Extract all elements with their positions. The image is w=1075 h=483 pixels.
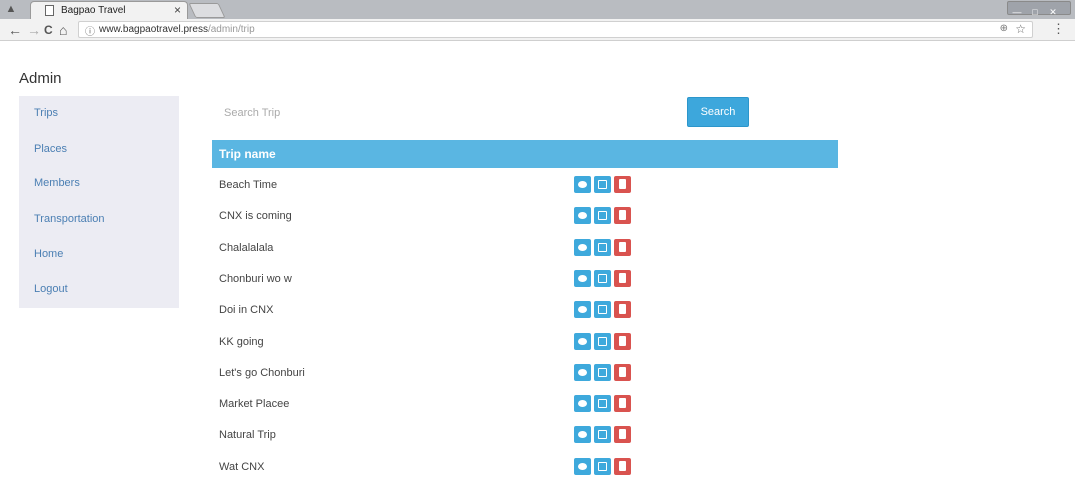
back-icon[interactable]: ← [8,21,22,39]
delete-button[interactable] [614,426,631,443]
sidebar-item-label[interactable]: Home [34,248,63,260]
trip-name: Wat CNX [219,461,265,473]
view-button[interactable] [574,364,591,381]
delete-button[interactable] [614,301,631,318]
view-button[interactable] [574,207,591,224]
bookmark-star-icon[interactable]: ☆ [1015,22,1026,36]
column-header-trip-name: Trip name [219,147,276,161]
table-row: Wat CNX [212,452,838,483]
view-button[interactable] [574,333,591,350]
view-button[interactable] [574,458,591,475]
delete-button[interactable] [614,270,631,287]
view-button[interactable] [574,426,591,443]
edit-button[interactable] [594,458,611,475]
new-tab-button[interactable] [188,3,226,18]
page-icon [45,5,54,16]
sidebar-item-label[interactable]: Transportation [34,213,105,225]
table-row: Beach Time [212,170,838,201]
trip-name: KK going [219,336,264,348]
close-window-icon[interactable]: ✕ [1044,6,1062,18]
search-button[interactable]: Search [687,97,749,127]
table-row: Chonburi wo w [212,264,838,295]
view-button[interactable] [574,395,591,412]
browser-toolbar: ← → C ⌂ ⓘ www.bagpaotravel.press/admin/t… [0,19,1075,41]
sidebar-item-label[interactable]: Logout [34,283,68,295]
view-button[interactable] [574,176,591,193]
tab-close-icon[interactable]: × [174,3,181,17]
delete-button[interactable] [614,239,631,256]
forward-icon[interactable]: → [27,21,41,39]
edit-button[interactable] [594,426,611,443]
edit-button[interactable] [594,270,611,287]
address-bar[interactable]: ⓘ www.bagpaotravel.press/admin/trip ⊕ ☆ [78,21,1033,38]
window-controls[interactable]: — □ ✕ [1007,1,1071,18]
view-button[interactable] [574,270,591,287]
reload-icon[interactable]: C [44,21,53,39]
delete-button[interactable] [614,364,631,381]
browser-menu-icon[interactable]: ⋮ [1052,21,1065,37]
browser-tab[interactable]: Bagpao Travel × [30,1,188,19]
edit-button[interactable] [594,301,611,318]
trip-name: Market Placee [219,398,290,410]
view-button[interactable] [574,301,591,318]
table-header: Trip name [212,140,838,168]
edit-button[interactable] [594,176,611,193]
page-title: Admin [19,70,62,87]
url-text[interactable]: www.bagpaotravel.press/admin/trip [99,24,255,35]
table-row: CNX is coming [212,201,838,232]
trip-name: Natural Trip [219,429,276,441]
trip-name: Let's go Chonburi [219,367,305,379]
trip-name: Beach Time [219,179,278,191]
table-row: Doi in CNX [212,295,838,326]
table-row: Market Placee [212,389,838,420]
edit-button[interactable] [594,364,611,381]
sidebar-item-transportation[interactable]: Transportation [19,202,179,238]
table-row: Chalalalala [212,233,838,264]
edit-button[interactable] [594,333,611,350]
delete-button[interactable] [614,207,631,224]
sidebar-item-logout[interactable]: Logout [19,272,179,308]
maximize-icon[interactable]: □ [1026,6,1044,18]
trip-name: Doi in CNX [219,304,274,316]
sidebar-item-label[interactable]: Members [34,177,80,189]
sidebar-item-places[interactable]: Places [19,132,179,168]
tab-title: Bagpao Travel [61,5,126,16]
url-path: /admin/trip [207,24,255,35]
table-row: Let's go Chonburi [212,358,838,389]
table-row: KK going [212,327,838,358]
trip-name: Chalalalala [219,242,274,254]
sidebar-item-label[interactable]: Trips [34,107,58,119]
home-icon[interactable]: ⌂ [59,21,67,39]
sidebar-item-home[interactable]: Home [19,237,179,273]
sidebar-item-trips[interactable]: Trips [19,96,179,132]
edit-button[interactable] [594,395,611,412]
trip-name: CNX is coming [219,210,292,222]
browser-tab-bar: ▲ Bagpao Travel × — □ ✕ [0,0,1075,19]
sidebar-item-label[interactable]: Places [34,143,67,155]
app-menu-icon[interactable]: ▲ [3,2,19,16]
url-host: www.bagpaotravel.press [99,24,208,35]
site-info-icon[interactable]: ⓘ [85,23,95,38]
search-input[interactable] [212,100,682,126]
delete-button[interactable] [614,176,631,193]
trip-name: Chonburi wo w [219,273,292,285]
minimize-icon[interactable]: — [1008,6,1026,18]
delete-button[interactable] [614,458,631,475]
delete-button[interactable] [614,395,631,412]
edit-button[interactable] [594,207,611,224]
sidebar: Trips Places Members Transportation Home… [19,96,179,308]
view-button[interactable] [574,239,591,256]
table-row: Natural Trip [212,420,838,451]
sidebar-item-members[interactable]: Members [19,166,179,202]
edit-button[interactable] [594,239,611,256]
delete-button[interactable] [614,333,631,350]
zoom-icon[interactable]: ⊕ [1000,23,1008,34]
